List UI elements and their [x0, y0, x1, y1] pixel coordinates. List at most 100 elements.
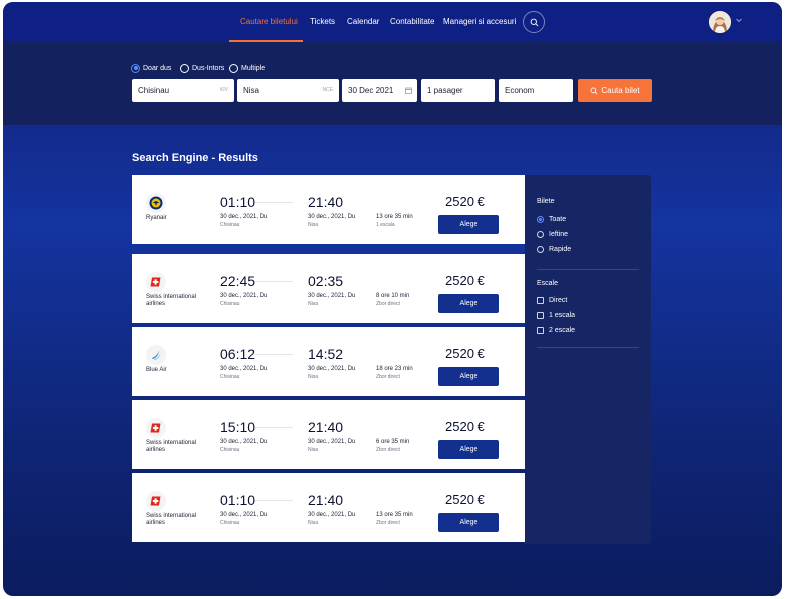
route-line: [255, 354, 293, 355]
avatar[interactable]: [709, 11, 731, 33]
flight-stops: Zbor direct: [376, 374, 400, 380]
filter-title-bilete: Bilete: [537, 198, 555, 205]
passengers-value: 1 pasager: [427, 86, 463, 95]
nav-contabilitate[interactable]: Contabilitate: [390, 2, 434, 42]
departure-time: 01:10: [220, 194, 256, 210]
select-flight-button[interactable]: Alege: [438, 294, 499, 313]
to-value: Nisa: [243, 86, 260, 95]
search-button-label: Cauta bilet: [601, 86, 640, 95]
to-field[interactable]: Nisa NCE: [237, 79, 339, 102]
route-line: [255, 202, 293, 203]
departure-date: 30 dec., 2021, Du: [220, 512, 268, 518]
airline-name: Ryanair: [146, 215, 167, 221]
route-line: [255, 500, 293, 501]
class-value: Econom: [505, 86, 535, 95]
search-band: Doar dus Dus-Intors Multiple Chisinau KI…: [3, 42, 782, 125]
arrival-city: Nisa: [308, 447, 319, 453]
arrival-time: 02:35: [308, 273, 344, 289]
filter-label: 2 escale: [549, 327, 576, 334]
result-card: Swiss international airlines 22:45 02:35 30…: [132, 254, 525, 323]
airline-name: Blue Air: [146, 367, 167, 373]
avatar-image: [709, 11, 731, 33]
select-flight-button[interactable]: Alege: [438, 513, 499, 532]
checkbox-icon: [537, 327, 544, 334]
flight-stops: Zbor direct: [376, 520, 400, 526]
flight-stops: Zbor direct: [376, 447, 400, 453]
result-card: Swiss international airlines 15:10 21:40 30…: [132, 400, 525, 469]
filter-label: Rapide: [549, 246, 572, 253]
checkbox-icon: [537, 297, 544, 304]
passengers-field[interactable]: 1 pasager: [421, 79, 495, 102]
class-field[interactable]: Econom: [499, 79, 573, 102]
swiss-logo: [146, 491, 166, 511]
flight-duration: 13 ore 35 min: [376, 214, 413, 220]
search-icon: [590, 87, 598, 95]
date-field[interactable]: 30 Dec 2021: [342, 79, 417, 102]
price: 2520 €: [445, 492, 485, 507]
swiss-logo: [146, 272, 166, 292]
filter-rapide[interactable]: Rapide: [537, 245, 571, 254]
select-flight-button[interactable]: Alege: [438, 367, 499, 386]
arrival-date: 30 dec., 2021, Du: [308, 214, 356, 220]
filter-2-escale[interactable]: 2 escale: [537, 326, 575, 335]
flight-stops: 1 escala: [376, 222, 395, 228]
arrival-date: 30 dec., 2021, Du: [308, 366, 356, 372]
trip-type-doar-dus[interactable]: Doar dus: [131, 63, 171, 73]
app-frame: Cautare biletului Tickets Calendar Conta…: [3, 2, 782, 596]
arrival-date: 30 dec., 2021, Du: [308, 512, 356, 518]
price: 2520 €: [445, 346, 485, 361]
calendar-icon: [405, 87, 412, 94]
departure-date: 30 dec., 2021, Du: [220, 439, 268, 445]
trip-type-label: Dus-Intors: [192, 64, 225, 72]
filter-label: 1 escala: [549, 312, 576, 319]
filter-label: Toate: [549, 216, 567, 223]
departure-city: Chisinau: [220, 301, 240, 307]
radio-icon: [537, 231, 544, 238]
radio-selected-icon: [131, 63, 140, 73]
trip-type-dus-intors[interactable]: Dus-Intors: [180, 63, 224, 73]
flight-duration: 6 ore 35 min: [376, 439, 410, 445]
select-flight-button[interactable]: Alege: [438, 440, 499, 459]
filter-1-escala[interactable]: 1 escala: [537, 311, 575, 320]
search-button[interactable]: Cauta bilet: [578, 79, 652, 102]
result-card: Ryanair 01:10 21:40 30 dec., 2021, Du Chisin…: [132, 175, 525, 244]
departure-city: Chisinau: [220, 520, 240, 526]
price: 2520 €: [445, 273, 485, 288]
route-line: [255, 427, 293, 428]
radio-selected-icon: [537, 216, 544, 223]
from-code: KIV: [219, 87, 228, 93]
nav-search-button[interactable]: [523, 11, 545, 33]
select-flight-button[interactable]: Alege: [438, 215, 499, 234]
departure-time: 22:45: [220, 273, 256, 289]
filter-ieftine[interactable]: Ieftine: [537, 230, 568, 239]
filter-direct[interactable]: Direct: [537, 296, 567, 305]
result-card: Swiss international airlines 01:10 21:40 30…: [132, 473, 525, 542]
filter-label: Direct: [549, 297, 568, 304]
arrival-city: Nisa: [308, 374, 319, 380]
departure-date: 30 dec., 2021, Du: [220, 293, 268, 299]
arrival-city: Nisa: [308, 520, 319, 526]
from-field[interactable]: Chisinau KIV: [132, 79, 234, 102]
chevron-down-icon[interactable]: [736, 18, 742, 23]
nav-tickets[interactable]: Tickets: [310, 2, 335, 42]
arrival-time: 21:40: [308, 419, 344, 435]
route-line: [255, 281, 293, 282]
departure-time: 01:10: [220, 492, 256, 508]
blue-air-logo: [146, 345, 166, 365]
arrival-time: 21:40: [308, 194, 344, 210]
nav-cautare-biletului[interactable]: Cautare biletului: [240, 2, 298, 42]
nav-manageri-si-accesuri[interactable]: Manageri si accesuri: [443, 2, 516, 42]
departure-city: Chisinau: [220, 222, 240, 228]
filter-toate[interactable]: Toate: [537, 215, 566, 224]
arrival-city: Nisa: [308, 222, 319, 228]
airline-name: Swiss international airlines: [146, 440, 197, 453]
filter-title-escale: Escale: [537, 280, 559, 287]
arrival-time: 14:52: [308, 346, 344, 362]
radio-icon: [229, 63, 238, 73]
nav-calendar[interactable]: Calendar: [347, 2, 379, 42]
top-nav: Cautare biletului Tickets Calendar Conta…: [3, 2, 782, 42]
trip-type-multiple[interactable]: Multiple: [229, 63, 265, 73]
departure-time: 15:10: [220, 419, 256, 435]
checkbox-icon: [537, 312, 544, 319]
flight-duration: 8 ore 10 min: [376, 293, 410, 299]
